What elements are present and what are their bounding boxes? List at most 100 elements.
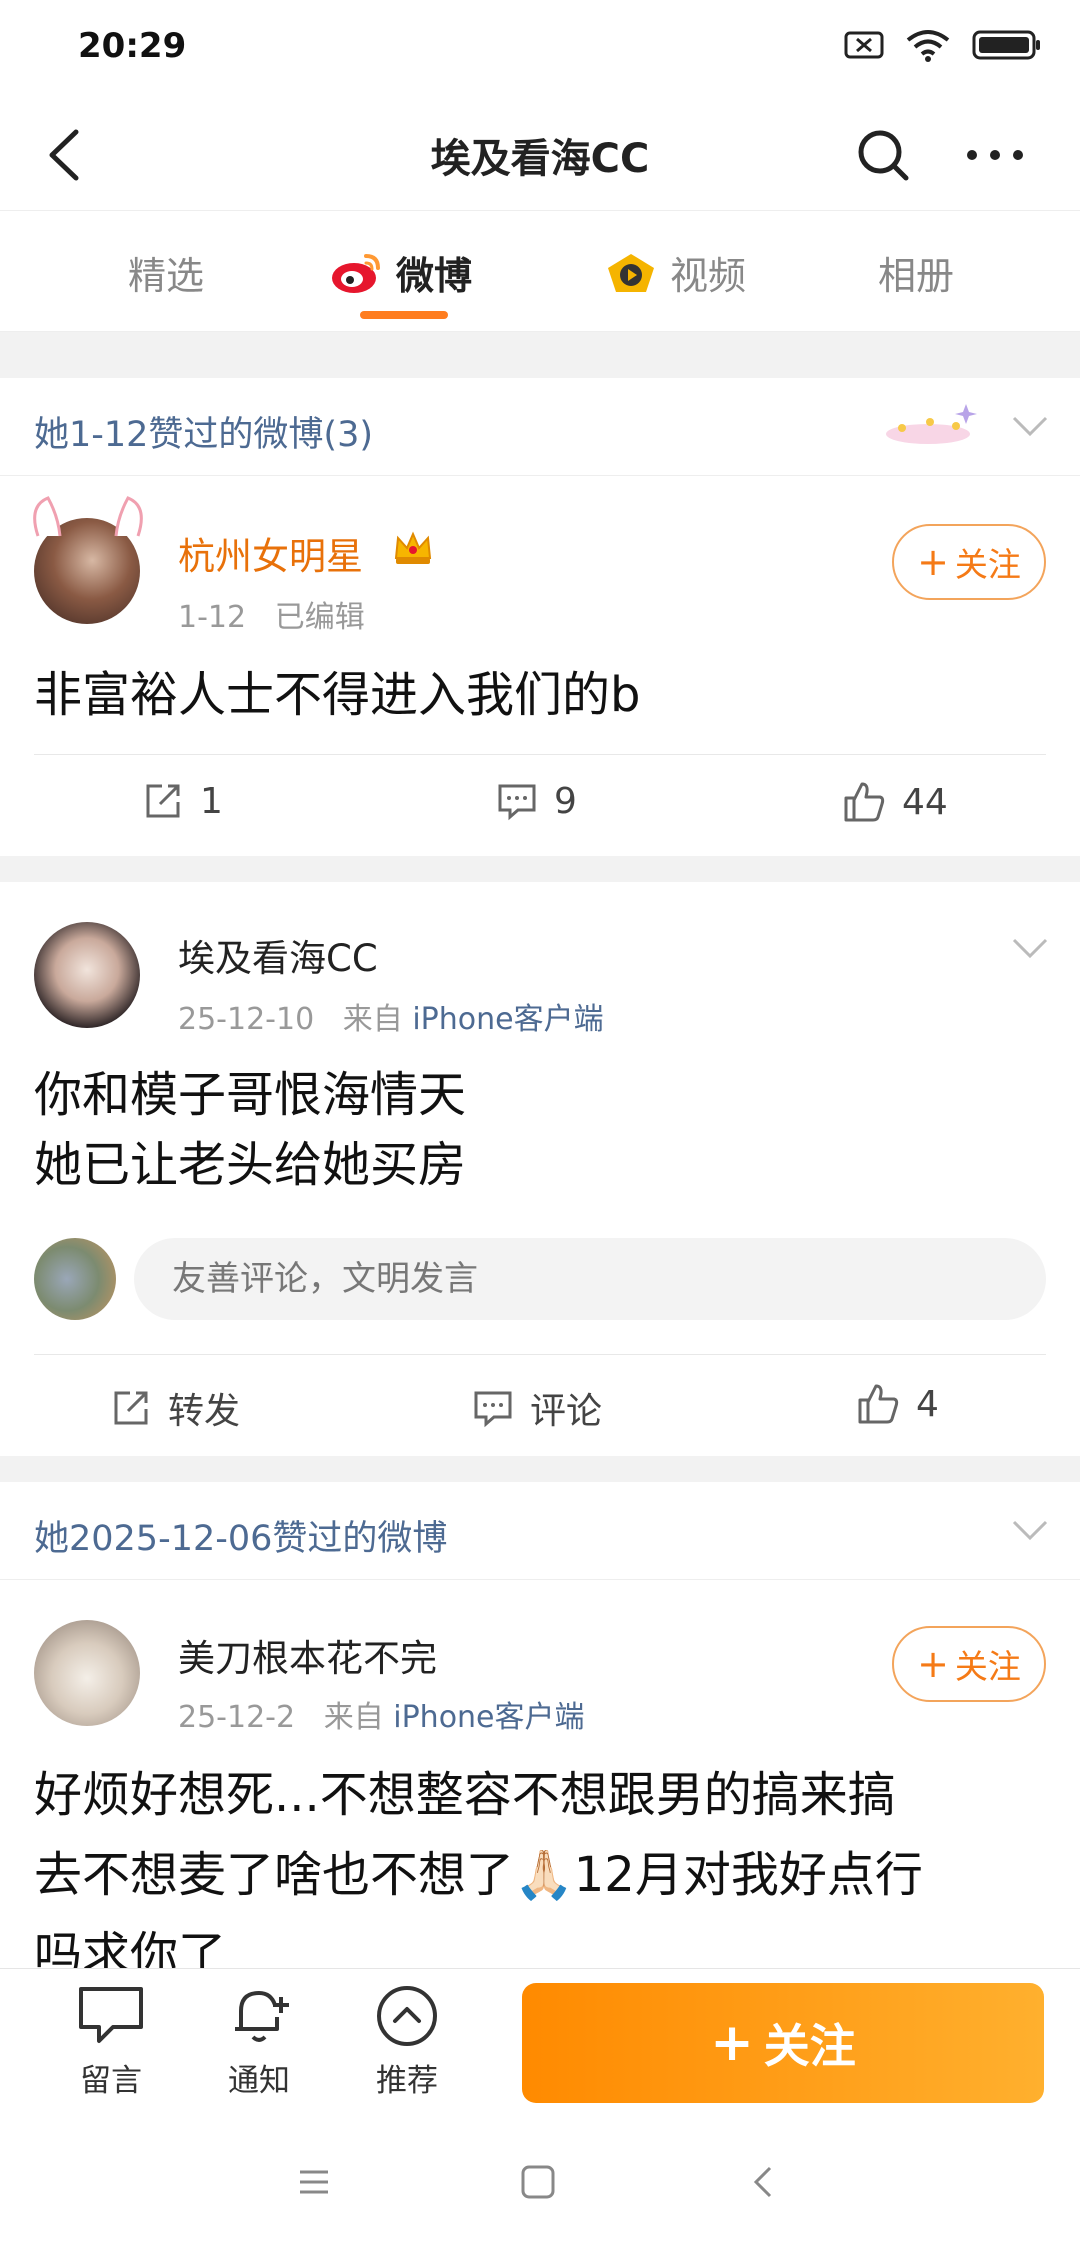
post-from: 来自	[342, 1002, 403, 1037]
post-username[interactable]: 美刀根本花不完	[178, 1628, 437, 1682]
tab-video-label: 视频	[670, 254, 747, 298]
post-text-line: 去不想麦了啥也不想了🙏🏻12月对我好点行	[34, 1847, 923, 1903]
comment-icon	[474, 1391, 512, 1428]
post-text-line: 你和模子哥恨海情天	[34, 1067, 467, 1123]
section-label: 她2025-12-06赞过的微博	[34, 1519, 448, 1559]
post-date: 25-12-10	[178, 1002, 315, 1037]
nav-bar: 埃及看海CC	[0, 100, 1080, 210]
weibo-logo-icon	[332, 253, 380, 293]
tab-weibo-label: 微博	[396, 254, 473, 298]
repost-action[interactable]: 1	[142, 780, 223, 822]
system-nav-bar	[0, 2116, 1080, 2248]
message-icon	[79, 1987, 143, 2043]
follow-main-label: 关注	[763, 2019, 856, 2073]
post-card: 美刀根本花不完 25-12-2 来自 iPhone客户端 + 关注 好烦好想死..…	[0, 1580, 1080, 1968]
like-icon	[858, 1384, 899, 1424]
post-meta: 1-12 已编辑	[178, 592, 365, 636]
chevron-down-icon[interactable]	[1008, 1508, 1052, 1552]
video-logo-icon	[608, 253, 654, 292]
post-text-line: 好烦好想死...不想整容不想跟男的搞来搞	[34, 1767, 896, 1823]
tab-weibo[interactable]: 微博	[330, 245, 472, 300]
page-title: 埃及看海CC	[430, 136, 650, 182]
active-tab-indicator	[360, 311, 448, 319]
divider	[34, 1354, 1046, 1355]
follow-label: 关注	[954, 1647, 1021, 1686]
follow-button[interactable]: + 关注	[892, 524, 1046, 600]
post-date: 1-12	[178, 600, 247, 635]
post-meta: 25-12-2 来自 iPhone客户端	[178, 1692, 585, 1736]
search-icon[interactable]	[852, 124, 914, 186]
post-text-line: 她已让老头给她买房	[34, 1137, 467, 1193]
profile-tabs: 精选 微博 视频 相册	[0, 210, 1080, 332]
post-card: 杭州女明星 1-12 已编辑 + 关注 非富裕人士不得进入我们的b 1 9 44	[0, 476, 1080, 856]
bunny-ears-icon	[33, 496, 143, 537]
comment-count: 9	[554, 780, 577, 822]
like-icon	[844, 782, 885, 822]
notify-button[interactable]: 通知	[204, 1983, 314, 2100]
follow-main-button[interactable]: + 关注	[522, 1983, 1044, 2103]
section-header[interactable]: 她1-12赞过的微博(3)	[0, 378, 1080, 476]
comment-label: 评论	[530, 1391, 603, 1432]
plus-icon: +	[917, 1642, 949, 1686]
message-button[interactable]: 留言	[56, 1983, 166, 2100]
my-avatar	[34, 1238, 116, 1320]
repost-label: 转发	[168, 1391, 241, 1432]
like-count: 4	[916, 1383, 939, 1425]
post-username[interactable]: 杭州女明星	[178, 526, 363, 580]
post-from: 来自	[323, 1700, 384, 1735]
battery-icon	[972, 30, 1040, 60]
comment-action[interactable]: 评论	[472, 1382, 602, 1434]
comment-icon	[498, 784, 536, 821]
recommend-button[interactable]: 推荐	[352, 1983, 462, 2100]
plus-icon: +	[710, 2013, 754, 2073]
tab-video[interactable]: 视频	[604, 245, 746, 300]
wifi-icon	[906, 30, 950, 62]
post-edited: 已编辑	[274, 600, 365, 635]
status-bar: 20:29	[0, 0, 1080, 100]
section-label: 她1-12赞过的微博(3)	[34, 415, 374, 455]
chevron-down-icon[interactable]	[1008, 404, 1052, 448]
recommend-label: 推荐	[376, 2063, 438, 2099]
notify-label: 通知	[228, 2063, 290, 2099]
post-source[interactable]: iPhone客户端	[412, 1002, 603, 1037]
sim-off-icon	[844, 31, 884, 59]
comment-input-placeholder: 友善评论，文明发言	[172, 1259, 478, 1299]
repost-count: 1	[200, 780, 223, 822]
tab-featured[interactable]: 精选	[128, 245, 204, 300]
post-text-line: 吗求你了	[34, 1927, 227, 1968]
avatar[interactable]	[34, 1620, 140, 1726]
vip-crown-icon	[394, 531, 432, 564]
avatar[interactable]	[34, 922, 140, 1028]
tab-featured-label: 精选	[128, 254, 205, 298]
section-header[interactable]: 她2025-12-06赞过的微博	[0, 1482, 1080, 1580]
chevron-up-circle-icon	[377, 1986, 437, 2046]
post-username[interactable]: 埃及看海CC	[178, 928, 378, 982]
post-source[interactable]: iPhone客户端	[393, 1700, 584, 1735]
comment-input[interactable]: 友善评论，文明发言	[134, 1238, 1046, 1320]
back-icon[interactable]	[740, 2158, 788, 2206]
message-label: 留言	[80, 2063, 142, 2099]
like-count: 44	[902, 781, 948, 823]
repost-icon	[146, 784, 180, 818]
status-time: 20:29	[78, 26, 187, 66]
follow-label: 关注	[954, 545, 1021, 584]
status-icons	[844, 28, 1042, 62]
follow-button[interactable]: + 关注	[892, 1626, 1046, 1702]
home-icon[interactable]	[514, 2158, 562, 2206]
bell-plus-icon	[235, 1990, 289, 2042]
like-action[interactable]: 4	[856, 1382, 939, 1426]
bottom-action-bar: 留言 通知 推荐 + 关注	[0, 1968, 1080, 2116]
comment-action[interactable]: 9	[496, 780, 577, 822]
chevron-down-icon[interactable]	[1008, 926, 1052, 970]
menu-icon[interactable]	[290, 2158, 338, 2206]
more-icon[interactable]	[960, 124, 1030, 186]
repost-action[interactable]: 转发	[110, 1382, 240, 1434]
tab-album-label: 相册	[878, 254, 955, 298]
post-text: 非富裕人士不得进入我们的b	[34, 667, 641, 723]
plus-icon: +	[917, 540, 949, 584]
tab-album[interactable]: 相册	[878, 245, 954, 300]
repost-icon	[114, 1391, 148, 1425]
like-action[interactable]: 44	[842, 780, 948, 824]
sparkle-decoration-icon	[886, 404, 977, 444]
post-card: 埃及看海CC 25-12-10 来自 iPhone客户端 你和模子哥恨海情天 她…	[0, 882, 1080, 1456]
